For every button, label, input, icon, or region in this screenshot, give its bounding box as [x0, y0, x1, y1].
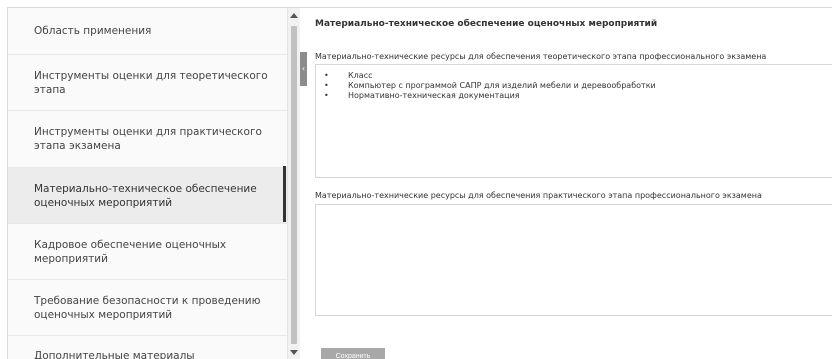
save-button[interactable]: Сохранить [321, 348, 385, 359]
theory-resources-list: Класс Компьютер с программой САПР для из… [316, 65, 832, 101]
sidebar-item-label: Требование безопасности к проведению оце… [34, 294, 261, 321]
practice-resources-editor[interactable] [315, 204, 832, 316]
collapse-sidebar-icon[interactable]: ‹ [300, 52, 307, 86]
theory-resources-label: Материально-технические ресурсы для обес… [315, 52, 767, 61]
scroll-up-arrow-icon[interactable] [290, 13, 298, 18]
sidebar-item-label: Дополнительные материалы [34, 350, 195, 359]
sidebar-item-practice-tools[interactable]: Инструменты оценки для практического эта… [8, 111, 287, 168]
sidebar-item-label: Инструменты оценки для теоретического эт… [34, 69, 268, 96]
sidebar-item-extra-materials[interactable]: Дополнительные материалы [8, 336, 287, 359]
scroll-down-arrow-icon[interactable] [290, 350, 298, 355]
sidebar-item-material-support[interactable]: Материально-техническое обеспечение оцен… [8, 168, 287, 224]
list-item: Нормативно-техническая документация [322, 91, 832, 101]
active-indicator [283, 166, 286, 222]
sidebar-item-theory-tools[interactable]: Инструменты оценки для теоретического эт… [8, 55, 287, 111]
sidebar-item-label: Материально-техническое обеспечение оцен… [34, 182, 257, 209]
practice-resources-label: Материально-технические ресурсы для обес… [315, 191, 762, 200]
sidebar-item-staffing[interactable]: Кадровое обеспечение оценочных мероприят… [8, 224, 287, 280]
sidebar-item-scope[interactable]: Область применения [8, 8, 287, 55]
sidebar-item-label: Область применения [34, 25, 152, 37]
sidebar-scrollbar[interactable] [287, 8, 300, 359]
sidebar: Область применения Инструменты оценки дл… [8, 8, 287, 359]
list-item: Класс [322, 71, 832, 81]
theory-resources-editor[interactable]: Класс Компьютер с программой САПР для из… [315, 64, 832, 178]
sidebar-item-safety[interactable]: Требование безопасности к проведению оце… [8, 280, 287, 336]
editor-frame: Область применения Инструменты оценки дл… [7, 7, 832, 359]
list-item: Компьютер с программой САПР для изделий … [322, 81, 832, 91]
sidebar-item-label: Кадровое обеспечение оценочных мероприят… [34, 238, 227, 265]
scrollbar-thumb[interactable] [291, 26, 297, 344]
page-title: Материально-техническое обеспечение оцен… [315, 19, 658, 29]
sidebar-item-label: Инструменты оценки для практического эта… [34, 126, 262, 152]
main-panel: Материально-техническое обеспечение оцен… [315, 8, 832, 359]
